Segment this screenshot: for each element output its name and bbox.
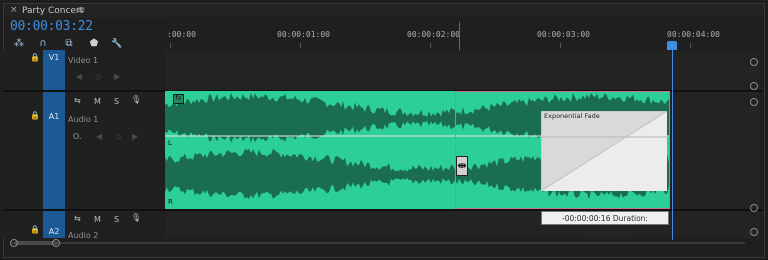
track-id: A1 xyxy=(48,112,60,121)
channel-left-label: L xyxy=(168,139,172,147)
add-keyframe-icon: ◇ xyxy=(95,72,102,81)
wrench-icon[interactable]: 🔧 xyxy=(110,38,124,50)
lock-icon[interactable]: 🔒 xyxy=(30,111,40,120)
vertical-zoom-handle[interactable] xyxy=(750,204,758,212)
next-keyframe-icon: ▶ xyxy=(114,72,121,81)
ruler-label: :00:00 xyxy=(167,30,196,39)
sequence-tab-title[interactable]: Party Concert xyxy=(22,6,83,16)
trim-cursor-icon: ⇹ xyxy=(456,156,468,176)
mute-button[interactable]: M xyxy=(94,215,101,224)
next-keyframe-icon: ▶ xyxy=(132,132,139,141)
add-keyframe-icon: ◇ xyxy=(115,132,122,141)
vertical-zoom-handle[interactable] xyxy=(750,58,758,66)
linked-selection-icon[interactable]: ⧉ xyxy=(62,38,76,50)
track-lane-v1[interactable] xyxy=(165,50,760,91)
track-name: Audio 1 xyxy=(68,115,99,124)
prev-keyframe-icon: ◀ xyxy=(76,72,83,81)
mute-button[interactable]: M xyxy=(94,97,101,106)
track-target-a1[interactable]: A1 xyxy=(43,92,65,210)
scroll-zoom-right-handle[interactable] xyxy=(52,239,60,247)
ruler-label: 00:00:04:00 xyxy=(667,30,720,39)
panel-tab-bar: × Party Concert ≡ xyxy=(4,4,764,18)
ruler-label: 00:00:03:00 xyxy=(537,30,590,39)
solo-button[interactable]: S xyxy=(114,97,119,106)
track-lane-a2[interactable] xyxy=(165,211,760,238)
trim-duration-tooltip: -00:00:00:16 Duration: 00:00:01:16 xyxy=(541,211,669,237)
track-header-a1: 🔒 A1 ⇆ M S 🎙 Audio 1 O. ◀ ◇ ▶ xyxy=(0,92,162,210)
transition-label: Exponential Fade xyxy=(544,112,600,120)
horizontal-scrollbar[interactable] xyxy=(4,238,749,248)
scroll-zoom-left-handle[interactable] xyxy=(10,239,18,247)
track-target-v1[interactable]: V1 xyxy=(43,50,65,91)
playhead-timecode[interactable]: 00:00:03:22 xyxy=(10,19,93,34)
track-id: A2 xyxy=(48,227,60,236)
vertical-zoom-handle[interactable] xyxy=(750,228,758,236)
track-header-a2: 🔒 A2 ⇆ M S 🎙 Audio 2 xyxy=(0,211,162,240)
track-header-v1: 🔒 V1 Video 1 ◀ ◇ ▶ xyxy=(0,50,162,91)
track-name: Video 1 xyxy=(68,56,99,65)
ruler-label: 00:00:02:00 xyxy=(407,30,460,39)
track-target-a2[interactable]: A2 xyxy=(43,211,65,238)
magnet-icon[interactable]: ∩ xyxy=(36,38,50,50)
prev-keyframe-icon: ◀ xyxy=(96,132,103,141)
panel-menu-icon[interactable]: ≡ xyxy=(77,5,85,16)
solo-button[interactable]: S xyxy=(114,215,119,224)
microphone-icon[interactable]: 🎙 xyxy=(131,95,141,104)
track-id: V1 xyxy=(48,53,60,62)
vertical-zoom-handle[interactable] xyxy=(750,98,758,106)
marker-icon[interactable]: ⬟ xyxy=(87,38,101,50)
ruler-label: 00:00:01:00 xyxy=(277,30,330,39)
lock-icon[interactable]: 🔒 xyxy=(30,53,40,62)
exponential-fade-transition[interactable]: Exponential Fade xyxy=(541,111,667,191)
sync-lock-icon[interactable]: ⇆ xyxy=(74,214,81,223)
fx-badge-icon[interactable]: fx xyxy=(173,94,184,104)
close-tab-icon[interactable]: × xyxy=(10,5,18,15)
channel-right-label: R xyxy=(168,198,173,206)
vertical-zoom-handle[interactable] xyxy=(750,82,758,90)
volume-knob-icon[interactable]: O. xyxy=(73,132,82,141)
playhead-line[interactable] xyxy=(672,43,673,240)
microphone-icon[interactable]: 🎙 xyxy=(131,213,141,222)
snap-icon[interactable]: ⁂ xyxy=(12,38,26,50)
lock-icon[interactable]: 🔒 xyxy=(30,225,40,234)
sync-lock-icon[interactable]: ⇆ xyxy=(74,96,81,105)
fade-graphic xyxy=(541,111,667,191)
